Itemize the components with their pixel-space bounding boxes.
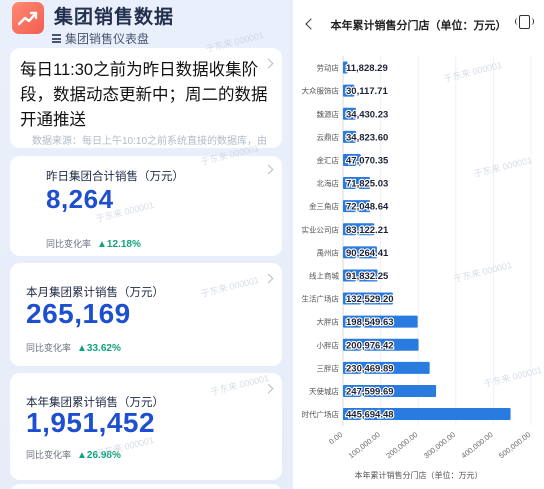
category-label: 魏源店: [317, 109, 340, 119]
x-tick-label: 300,000.00: [422, 430, 457, 460]
category-label: 三胖店: [317, 363, 340, 373]
category-label: 实业公司店: [302, 224, 340, 234]
data-label: 11,828.29: [346, 63, 388, 74]
data-label: 72,048.64: [346, 202, 389, 213]
category-label: 线上商城: [309, 270, 339, 280]
data-label: 34,823.60: [346, 132, 388, 143]
dashboard-selector[interactable]: 集团销售仪表盘: [52, 30, 149, 47]
store-sales-panel: 本年累计销售分门店（单位：万元） 0.00 100,000.00 200,000.0…: [293, 0, 544, 489]
x-tick-label: 0.00: [327, 430, 344, 446]
metric-value: 265,169: [26, 298, 131, 329]
category-label: 禹州店: [317, 247, 340, 257]
trend-up-icon: [18, 11, 38, 26]
category-label: 生活广场店: [302, 294, 340, 304]
chevron-right-icon: [263, 273, 274, 284]
x-tick-label: 400,000.00: [460, 430, 495, 460]
data-label: 230,469.89: [346, 363, 394, 374]
chevron-right-icon: [263, 383, 274, 394]
x-tick-label: 100,000.00: [347, 430, 382, 460]
metric-card-next[interactable]: [10, 484, 282, 489]
data-label: 71,825.03: [346, 179, 388, 190]
category-label: 北海店: [317, 178, 340, 188]
category-label: 天使城店: [309, 386, 339, 396]
category-label: 小胖店: [317, 340, 340, 350]
data-label: 445,694.48: [346, 410, 394, 421]
data-label: 247,599.69: [346, 386, 394, 397]
data-label: 90,264.41: [346, 248, 389, 259]
notice-headline: 每日11:30之前为昨日数据收集阶段，数据动态更新中；周二的数据开通推送: [20, 61, 268, 129]
comparison-value: ▲33.62%: [77, 343, 121, 354]
data-label: 34,430.23: [346, 109, 388, 120]
comparison-label: 同比变化率: [26, 450, 72, 460]
category-label: 大胖店: [317, 317, 340, 327]
dashboard-panel: 集团销售数据 集团销售仪表盘 每日11:30之前为昨日数据收集阶段，数据动态更新…: [0, 0, 288, 489]
store-sales-bar-chart: 0.00 100,000.00 200,000.00 300,000.00 400,00…: [302, 56, 532, 460]
category-label: 金汇店: [317, 155, 340, 165]
app-logo: [12, 2, 44, 34]
metric-comparison: 同比变化率 ▲12.18%: [46, 237, 141, 250]
comparison-label: 同比变化率: [26, 343, 72, 353]
metric-value: 1,951,452: [26, 407, 156, 438]
comparison-value: ▲12.18%: [97, 239, 141, 250]
x-tick-label: 200,000.00: [384, 430, 419, 460]
data-label: 47,070.35: [346, 155, 389, 166]
comparison-label: 同比变化率: [46, 239, 92, 249]
category-label: 云鼎店: [317, 132, 340, 142]
dashboard-subtitle: 集团销售仪表盘: [65, 32, 150, 46]
chevron-right-icon: [263, 164, 274, 175]
app-title: 集团销售数据: [54, 7, 175, 28]
x-tick-label: 500,000.00: [497, 430, 532, 460]
data-label: 200,976.42: [346, 340, 394, 351]
menu-icon: [52, 34, 61, 43]
category-label: 劳动店: [317, 63, 340, 73]
data-label: 83,122.21: [346, 225, 389, 236]
data-label: 30,117.71: [346, 86, 388, 97]
data-label: 198,549.63: [346, 317, 394, 328]
metric-comparison: 同比变化率 ▲33.62%: [26, 341, 121, 354]
category-label: 金三角店: [309, 201, 339, 211]
x-axis-title: 本年累计销售分门店（单位：万元）: [354, 471, 483, 480]
data-label: 132,529.20: [346, 294, 394, 305]
notice-card[interactable]: 每日11:30之前为昨日数据收集阶段，数据动态更新中；周二的数据开通推送 数据来…: [10, 48, 282, 148]
category-label: 时代广场店: [302, 409, 340, 419]
metric-label: 昨日集团合计销售（万元）: [46, 171, 184, 183]
category-label: 大众服饰店: [302, 86, 340, 96]
data-label: 91,832.25: [346, 271, 389, 282]
